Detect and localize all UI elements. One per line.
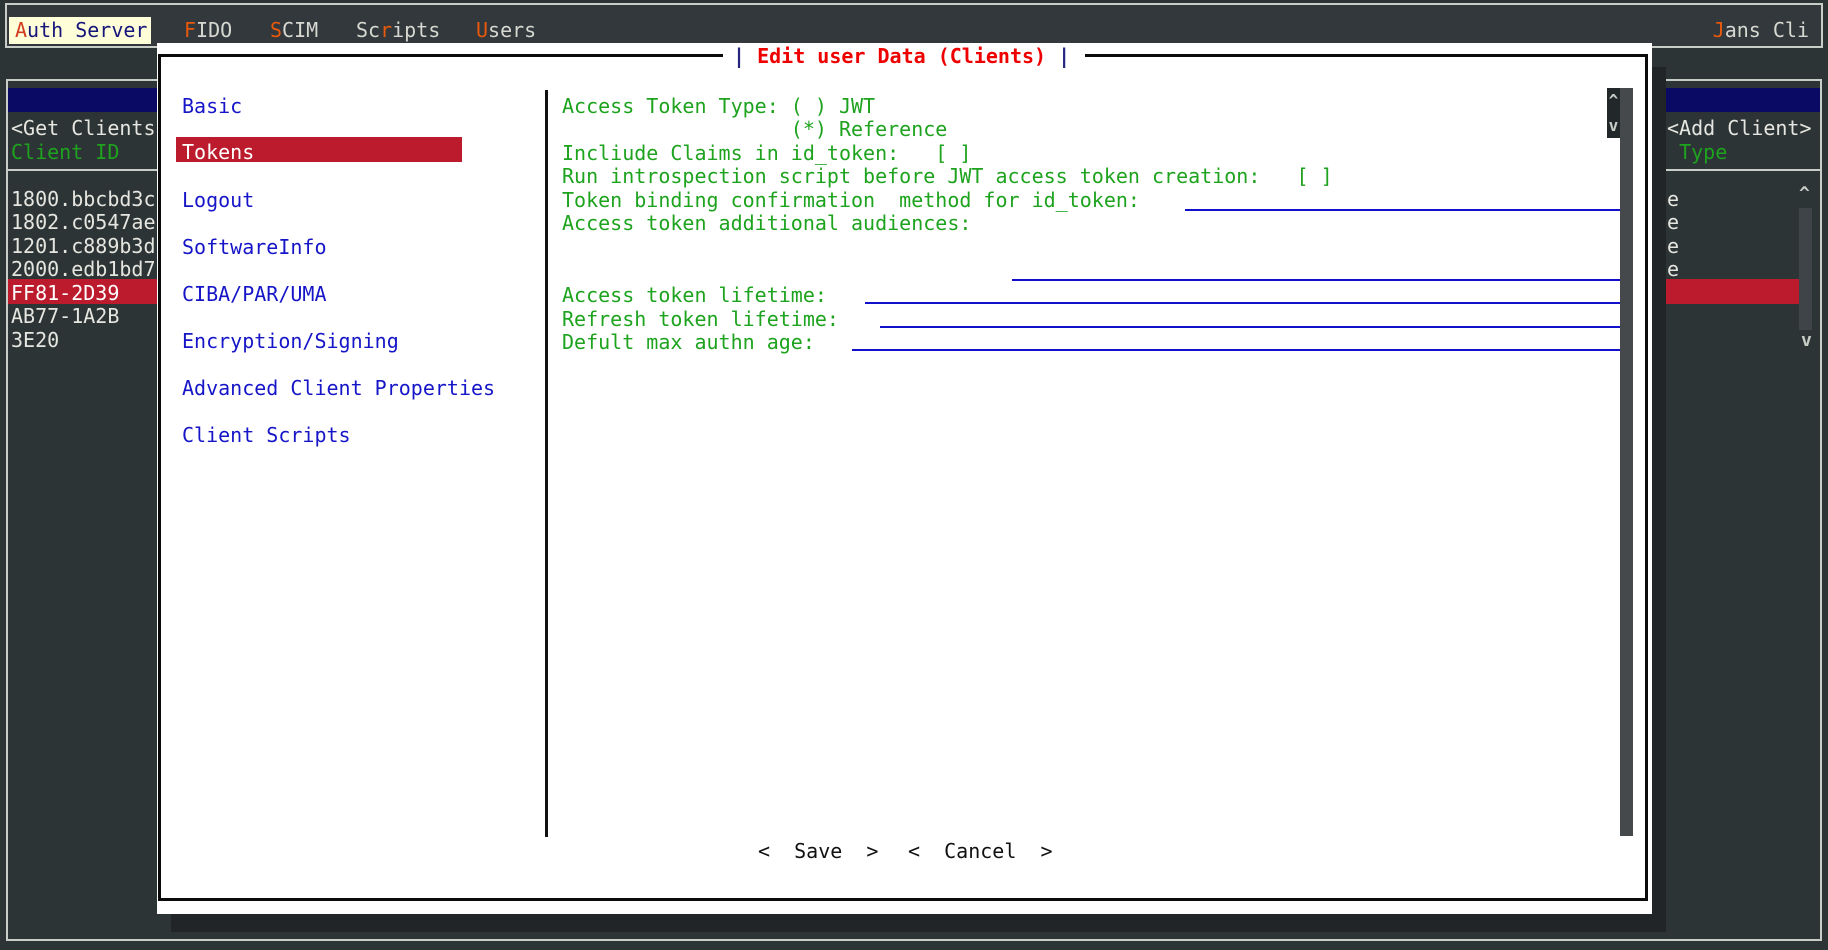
dialog-border-right — [1645, 54, 1648, 901]
nav-item-logout[interactable]: Logout — [182, 188, 254, 212]
app-title-jans-cli: Jans Cli — [1713, 18, 1809, 42]
form-scrollbar-thumb[interactable] — [1620, 88, 1633, 836]
client-row[interactable]: 2000.edb1bd7 — [11, 257, 156, 281]
menu-label: sers — [488, 18, 536, 42]
scroll-down-icon[interactable]: v — [1801, 329, 1812, 353]
menu-item-scripts[interactable]: Scripts — [356, 18, 440, 42]
input-refresh-token-lifetime[interactable] — [880, 326, 1620, 328]
menu-label: ipts — [392, 18, 440, 42]
nav-item-client-scripts[interactable]: Client Scripts — [182, 423, 351, 447]
radio-access-token-type-reference[interactable]: (*) Reference — [562, 117, 947, 141]
nav-item-basic[interactable]: Basic — [182, 94, 242, 118]
form-scroll-arrows: ^ v — [1607, 88, 1620, 138]
menu-item-fido[interactable]: FIDO — [184, 18, 232, 42]
nav-item-tokens[interactable]: Tokens — [182, 140, 254, 164]
input-access-token-lifetime[interactable] — [865, 302, 1620, 304]
menu-item-auth-server[interactable]: Auth Server — [9, 17, 151, 44]
client-row[interactable]: 1802.c0547ae — [11, 210, 156, 234]
app-title-rest: ans Cli — [1725, 18, 1809, 42]
dialog-border-top-right — [1085, 54, 1648, 57]
label-token-binding-confirmation: Token binding confirmation method for id… — [562, 188, 1140, 212]
label-refresh-token-lifetime: Refresh token lifetime: — [562, 307, 839, 331]
client-row[interactable]: 1201.c889b3d — [11, 234, 156, 258]
dialog-shadow-right — [1652, 67, 1666, 932]
save-button[interactable]: < Save > — [758, 839, 878, 863]
nav-item-advanced-client-properties[interactable]: Advanced Client Properties — [182, 376, 495, 400]
client-row[interactable]: AB77-1A2B — [11, 304, 119, 328]
dialog-border-left — [158, 54, 161, 901]
label-default-max-authn-age: Defult max authn age: — [562, 330, 815, 354]
nav-item-encryption-signing[interactable]: Encryption/Signing — [182, 329, 399, 353]
input-token-binding-confirmation[interactable] — [1185, 209, 1620, 211]
dialog-border-top-left — [161, 54, 723, 57]
add-client-button[interactable]: <Add Client> — [1667, 116, 1812, 140]
scroll-down-icon[interactable]: v — [1607, 113, 1620, 138]
menu-label: CIM — [282, 18, 318, 42]
nav-item-softwareinfo[interactable]: SoftwareInfo — [182, 235, 327, 259]
input-access-token-additional-audiences[interactable] — [1012, 279, 1620, 281]
dialog-border-bottom — [158, 898, 1648, 901]
label-access-token-lifetime: Access token lifetime: — [562, 283, 827, 307]
menu-label: uth Server — [27, 18, 147, 42]
app-title-accent: J — [1713, 18, 1725, 42]
menu-accent-letter: U — [476, 18, 488, 42]
checkbox-run-introspection-script[interactable]: Run introspection script before JWT acce… — [562, 164, 1333, 188]
client-row[interactable]: 1800.bbcbd3c — [11, 187, 156, 211]
radio-access-token-type-jwt[interactable]: Access Token Type: ( ) JWT — [562, 94, 875, 118]
cancel-button[interactable]: < Cancel > — [908, 839, 1053, 863]
client-id-column-header: Client ID — [11, 140, 119, 164]
menu-accent-letter: F — [184, 18, 196, 42]
nav-form-divider — [545, 90, 548, 837]
scroll-up-icon[interactable]: ^ — [1607, 88, 1620, 113]
checkbox-include-claims-id-token[interactable]: Incliude Claims in id_token: [ ] — [562, 141, 971, 165]
client-row[interactable]: 3E20 — [11, 328, 59, 352]
menu-label: Sc — [356, 18, 380, 42]
input-default-max-authn-age[interactable] — [852, 349, 1620, 351]
title-pipe-left: | — [733, 44, 745, 68]
menu-accent-letter: S — [270, 18, 282, 42]
scroll-up-icon[interactable]: ^ — [1799, 182, 1810, 206]
dialog-shadow-bottom — [171, 914, 1666, 932]
menu-accent-letter: r — [380, 18, 392, 42]
title-pipe-right: | — [1058, 44, 1070, 68]
top-menu-bar: Auth Server FIDO SCIM Scripts Users Jans… — [5, 3, 1823, 48]
get-clients-button[interactable]: <Get Clients — [11, 116, 156, 140]
label-access-token-additional-audiences: Access token additional audiences: — [562, 211, 971, 235]
menu-accent-letter: A — [15, 18, 27, 42]
dialog-title: | Edit user Data (Clients) | — [733, 44, 1070, 68]
client-row-selected[interactable]: FF81-2D39 — [11, 281, 119, 305]
menu-label: IDO — [196, 18, 232, 42]
clients-scrollbar-thumb[interactable] — [1799, 208, 1812, 330]
edit-client-dialog: | Edit user Data (Clients) | Basic Token… — [157, 43, 1652, 914]
menu-item-scim[interactable]: SCIM — [270, 18, 318, 42]
dialog-title-text: Edit user Data (Clients) — [745, 44, 1058, 68]
nav-item-ciba-par-uma[interactable]: CIBA/PAR/UMA — [182, 282, 327, 306]
menu-item-users[interactable]: Users — [476, 18, 536, 42]
terminal-screen: { "topbar": { "items": [ { "pre": "", "a… — [0, 0, 1828, 950]
